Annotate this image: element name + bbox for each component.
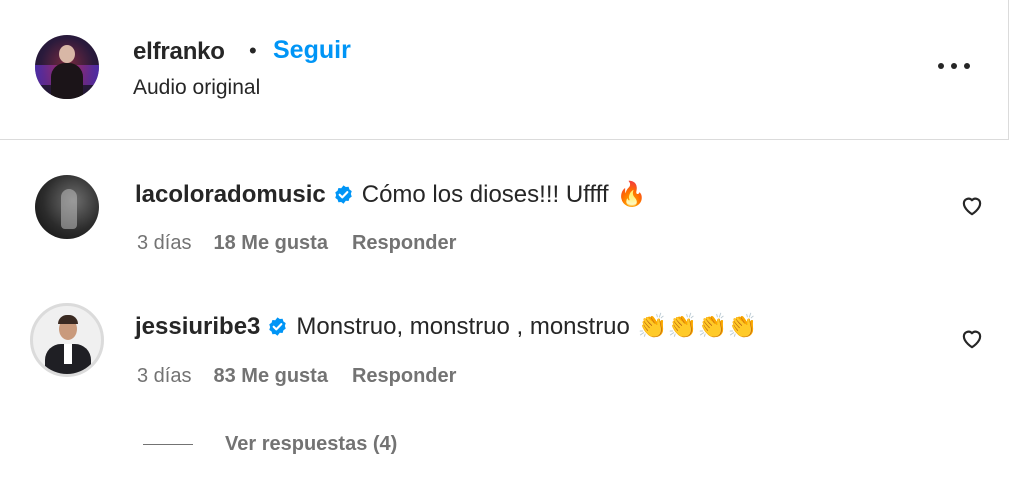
comment-time[interactable]: 3 días [137, 365, 191, 388]
view-replies-label[interactable]: Ver respuestas (4) [225, 433, 397, 456]
avatar-head [59, 45, 75, 63]
like-heart-icon[interactable] [958, 192, 986, 218]
comment-likes[interactable]: 83 Me gusta [213, 365, 327, 388]
comment-item: lacoloradomusic Cómo los dioses!!! Uffff… [0, 172, 1009, 282]
comment-line: jessiuribe3 Monstruo, monstruo , monstru… [135, 312, 757, 341]
verified-badge-icon [269, 317, 287, 336]
commenter-username[interactable]: lacoloradomusic [135, 181, 326, 209]
reply-button[interactable]: Responder [352, 232, 456, 255]
verified-badge-icon [335, 185, 352, 204]
avatar-shirt [64, 344, 72, 364]
follow-button[interactable]: Seguir [273, 36, 351, 65]
fire-emoji: 🔥 [616, 181, 647, 208]
commenter-avatar[interactable] [30, 303, 104, 377]
comment-text: Cómo los dioses!!! Uffff [361, 180, 609, 208]
clapping-hands-emoji: 👏👏👏👏 [637, 313, 758, 340]
comment-item: jessiuribe3 Monstruo, monstruo , monstru… [0, 300, 1009, 410]
comment-text: Monstruo, monstruo , monstruo [296, 312, 630, 340]
more-options-icon[interactable] [934, 52, 974, 80]
commenter-avatar[interactable] [35, 175, 99, 239]
commenter-username[interactable]: jessiuribe3 [135, 313, 260, 341]
audio-label[interactable]: Audio original [133, 76, 260, 100]
comment-likes[interactable]: 18 Me gusta [213, 232, 327, 255]
post-header: elfranko • Seguir Audio original [0, 0, 1009, 140]
avatar-figure [61, 189, 77, 229]
comment-meta: 3 días 18 Me gusta Responder [137, 232, 456, 255]
author-avatar[interactable] [35, 35, 99, 99]
comment-line: lacoloradomusic Cómo los dioses!!! Uffff… [135, 180, 646, 209]
avatar-hair [58, 315, 78, 324]
separator-dot: • [249, 38, 257, 63]
like-heart-icon[interactable] [958, 325, 986, 351]
replies-divider [143, 444, 193, 445]
reply-button[interactable]: Responder [352, 365, 456, 388]
avatar-body [51, 63, 83, 99]
view-replies-button[interactable]: Ver respuestas (4) [143, 433, 397, 456]
author-username[interactable]: elfranko [133, 38, 225, 66]
comment-time[interactable]: 3 días [137, 232, 191, 255]
comment-meta: 3 días 83 Me gusta Responder [137, 365, 456, 388]
